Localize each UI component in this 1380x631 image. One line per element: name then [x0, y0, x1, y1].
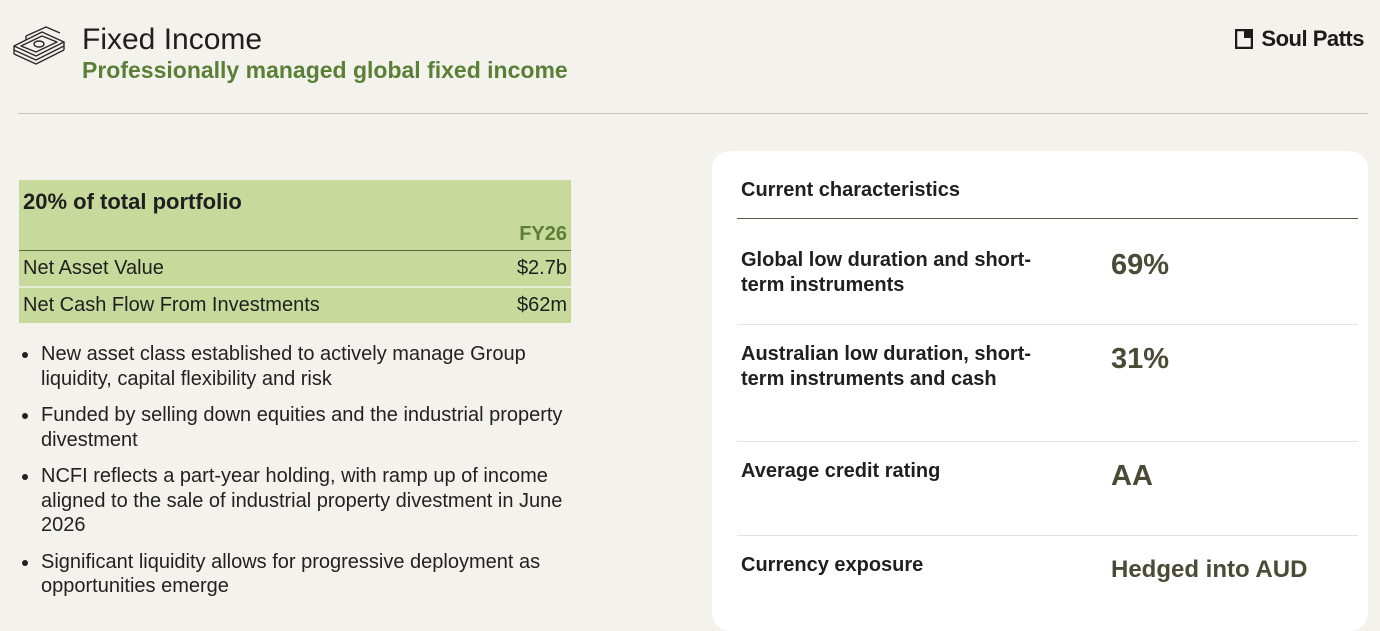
table-row: Net Cash Flow From Investments $62m — [19, 286, 571, 323]
characteristic-value: AA — [1111, 460, 1153, 492]
table-row: Net Asset Value $2.7b — [19, 251, 571, 286]
header-divider — [18, 113, 1368, 114]
characteristic-value: 31% — [1111, 343, 1170, 375]
row-label: Net Asset Value — [23, 257, 164, 279]
characteristic-value: Hedged into AUD — [1111, 556, 1308, 583]
summary-column-header: FY26 — [19, 218, 571, 251]
row-divider — [737, 441, 1358, 442]
list-item-text: Significant liquidity allows for progres… — [41, 550, 541, 598]
card-title: Current characteristics — [741, 179, 960, 201]
page-title: Fixed Income — [82, 23, 263, 56]
characteristic-label: Currency exposure — [741, 554, 924, 576]
row-label: Net Cash Flow From Investments — [23, 294, 320, 316]
bullet-list: New asset class established to actively … — [20, 342, 580, 611]
bullet-dot-icon — [22, 413, 28, 419]
list-item: Significant liquidity allows for progres… — [20, 550, 580, 599]
bullet-dot-icon — [22, 474, 28, 480]
summary-heading: 20% of total portfolio — [23, 189, 242, 214]
money-stack-icon — [13, 26, 65, 65]
characteristic-label: Global low duration and short-term instr… — [741, 249, 1031, 296]
page-subtitle: Professionally managed global fixed inco… — [82, 57, 568, 83]
characteristic-value: 69% — [1111, 249, 1170, 281]
list-item-text: NCFI reflects a part-year holding, with … — [41, 465, 563, 536]
list-item: Funded by selling down equities and the … — [20, 403, 580, 452]
list-item-text: Funded by selling down equities and the … — [41, 404, 563, 451]
characteristic-label: Average credit rating — [741, 460, 941, 482]
summary-table: 20% of total portfolio FY26 Net Asset Va… — [19, 180, 571, 323]
characteristics-card: Current characteristics Global low durat… — [712, 151, 1368, 631]
list-item: NCFI reflects a part-year holding, with … — [20, 464, 580, 538]
row-divider — [737, 535, 1358, 536]
row-divider — [737, 324, 1358, 325]
brand-logo: Soul Patts — [1235, 26, 1364, 52]
bullet-dot-icon — [22, 559, 28, 566]
characteristic-label: Australian low duration, short-term inst… — [741, 343, 1032, 390]
logo-mark-icon — [1235, 29, 1254, 49]
list-item-text: New asset class established to actively … — [41, 343, 526, 390]
row-value: $62m — [516, 294, 567, 316]
row-value: $2.7b — [516, 257, 567, 279]
bullet-dot-icon — [22, 352, 28, 358]
card-divider — [737, 218, 1358, 219]
logo-text: Soul Patts — [1261, 26, 1364, 51]
list-item: New asset class established to actively … — [20, 342, 580, 391]
